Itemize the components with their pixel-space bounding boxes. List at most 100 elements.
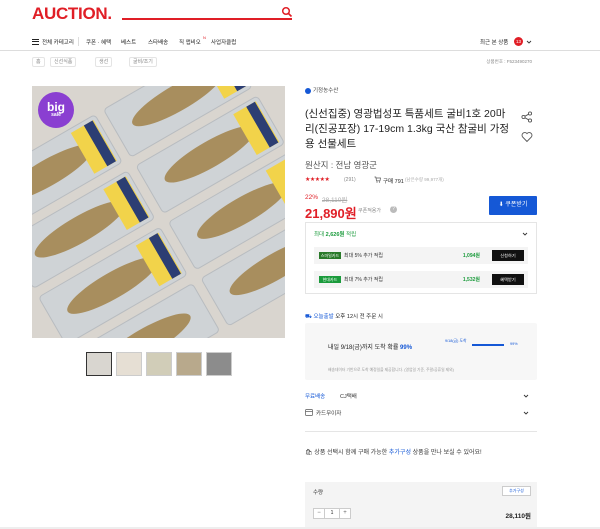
- quantity-plus-button[interactable]: +: [340, 509, 350, 518]
- add-option-notice: 🛍 상품 선택시 함께 구매 가능한 추가구성 상품을 만나 보실 수 있어요!: [305, 447, 482, 456]
- delivery-header: ⛟ 오늘출발 오후 12시 전 주문 시: [305, 312, 383, 321]
- remaining-stock: (남은수량 99,977개): [405, 177, 444, 182]
- coupon-price-label: 쿠폰적용가: [358, 208, 382, 214]
- get-coupon-label: 쿠폰받기: [505, 202, 528, 208]
- points-title-amount: 2,626원: [325, 232, 345, 238]
- search-underline: [122, 18, 292, 20]
- main-nav: 전체 카테고리 쿠폰 · 혜택 베스트 스타배송 직 앱비오 N 사업자클럽 최…: [0, 33, 600, 51]
- quantity-value[interactable]: 1: [324, 509, 340, 518]
- thumbnail-2[interactable]: [116, 352, 142, 376]
- free-shipping-label: 무료배송: [305, 394, 326, 400]
- card-icon: [305, 409, 313, 416]
- arrival-estimate: 내일 9/18(금)까지 도착 확률 99%: [328, 342, 412, 351]
- card-installment-label: 카드무이자: [316, 411, 342, 417]
- thumbnail-4[interactable]: [176, 352, 202, 376]
- chevron-down-icon[interactable]: [523, 410, 529, 416]
- hyundai-card-text: 최대 7% 추가 적립: [344, 277, 383, 283]
- smile-card-row: 스마일카드 최대 5% 추가 적립 1,094원 신청하기: [314, 247, 528, 264]
- delivery-estimate-box: 내일 9/18(금)까지 도착 확률 99% 9/18(금) 도착 99% 배송…: [305, 323, 537, 380]
- product-code: 상품번호 : F523490270: [486, 59, 532, 64]
- nav-star-delivery[interactable]: 스타배송: [148, 38, 168, 46]
- smile-card-text: 최대 5% 추가 적립: [344, 253, 383, 259]
- discount-rate: 22%: [305, 194, 319, 201]
- hyundai-card-row: 현대카드 최대 7% 추가 적립 1,532원 혜택받기: [314, 271, 528, 288]
- thumbnail-5[interactable]: [206, 352, 232, 376]
- purchase-count: 구매 791: [383, 179, 404, 185]
- quantity-label: 수량: [313, 490, 324, 496]
- delivery-cutoff-text: 오후 12시 전 주문 시: [335, 314, 383, 320]
- recent-viewed-link[interactable]: 최근 본 상품: [480, 38, 508, 46]
- get-coupon-button[interactable]: ⬇ 쿠폰받기: [489, 196, 537, 215]
- arrival-probability-fill: [472, 344, 504, 346]
- chevron-down-icon[interactable]: [523, 393, 529, 399]
- gift-icon: 🛍: [305, 450, 315, 456]
- nav-best[interactable]: 베스트: [121, 38, 136, 46]
- nav-all-category[interactable]: 전체 카테고리: [42, 38, 74, 46]
- new-badge: N: [203, 35, 206, 40]
- notice-highlight: 추가구성: [388, 450, 411, 456]
- breadcrumb-fish[interactable]: 생선: [95, 57, 113, 67]
- points-title-suffix: 적립: [346, 232, 357, 238]
- hyundai-card-benefit-button[interactable]: 혜택받기: [492, 274, 524, 285]
- site-header: AUCTION.: [0, 0, 600, 30]
- cart-icon: [374, 176, 381, 183]
- notice-suffix: 상품을 만나 보실 수 있어요!: [412, 450, 482, 456]
- quantity-stepper: − 1 +: [313, 508, 351, 519]
- smile-card-amount: 1,094원: [462, 253, 480, 259]
- search-input[interactable]: [122, 6, 282, 17]
- rating-stars: ★★★★★: [305, 177, 330, 183]
- nav-business-club[interactable]: 사업자클럽: [211, 38, 236, 46]
- thumbnail-3[interactable]: [146, 352, 172, 376]
- origin-info: 원산지 : 전남 영광군: [305, 160, 378, 170]
- add-option-button[interactable]: 추가구성: [502, 486, 531, 496]
- chevron-down-icon[interactable]: [522, 231, 528, 237]
- quantity-box: 수량 추가구성 − 1 + 28,110원: [305, 482, 537, 529]
- review-count[interactable]: (291): [344, 177, 356, 183]
- card-installment-row[interactable]: 카드무이자: [305, 406, 537, 421]
- breadcrumb-home[interactable]: 홈: [32, 57, 45, 67]
- notice-prefix: 상품 선택시 함께 구매 가능한: [314, 450, 388, 456]
- arrival-text: 내일 9/18(금)까지 도착 확률: [328, 345, 399, 351]
- chevron-down-icon[interactable]: [526, 39, 532, 45]
- smile-card-logo: 스마일카드: [319, 252, 341, 259]
- max-points-title: 최대 2,626원 적립: [314, 230, 356, 238]
- product-main-image[interactable]: big sale: [32, 86, 285, 338]
- big-sale-badge-sub: sale: [51, 112, 61, 118]
- bar-start-label: 9/18(금) 도착: [445, 339, 467, 343]
- nav-divider: [78, 37, 79, 46]
- smile-card-apply-button[interactable]: 신청하기: [492, 250, 524, 261]
- recent-count-badge: 13: [514, 37, 523, 46]
- product-title: (신선집중) 영광법성포 특품세트 굴비1호 20마리(진공포장) 17-19c…: [305, 108, 510, 150]
- points-benefit-box: 최대 2,626원 적립 스마일카드 최대 5% 추가 적립 1,094원 신청…: [305, 222, 537, 294]
- divider: [305, 431, 537, 432]
- hyundai-card-amount: 1,532원: [462, 277, 480, 283]
- courier-value: CJ택배: [340, 394, 357, 400]
- today-ship-tag: 오늘출발: [313, 314, 334, 320]
- delivery-note: 배송데이터 기반으로 도착 예정일을 제공합니다. (영업일 기준, 주말/공휴…: [328, 368, 454, 372]
- seller-icon: [305, 87, 311, 94]
- fish-package-illustration: [32, 86, 285, 338]
- breadcrumb-gulbi[interactable]: 굴비/조기: [129, 57, 157, 67]
- points-title-prefix: 최대: [314, 232, 325, 238]
- seller-name[interactable]: 기정농수산: [305, 86, 338, 94]
- info-icon[interactable]: ?: [390, 206, 397, 213]
- hamburger-menu-icon[interactable]: [32, 39, 39, 45]
- nav-app[interactable]: 직 앱비오: [179, 38, 201, 46]
- quantity-minus-button[interactable]: −: [314, 509, 324, 518]
- sale-price: 21,890원: [305, 206, 357, 221]
- arrival-probability-bar: [472, 344, 504, 346]
- thumbnail-1[interactable]: [86, 352, 112, 376]
- big-sale-badge: big sale: [38, 92, 74, 128]
- search-icon[interactable]: [281, 6, 293, 18]
- bar-end-label: 99%: [510, 342, 518, 346]
- nav-coupon[interactable]: 쿠폰 · 혜택: [86, 38, 111, 46]
- auction-logo[interactable]: AUCTION.: [32, 4, 112, 24]
- breadcrumb-fresh-food[interactable]: 신선식품: [50, 57, 77, 67]
- heart-icon[interactable]: [521, 131, 533, 143]
- hyundai-card-logo: 현대카드: [319, 276, 341, 283]
- seller-name-text: 기정농수산: [313, 88, 339, 94]
- shipping-option-row[interactable]: 무료배송 CJ택배: [305, 389, 537, 404]
- arrival-percent: 99%: [400, 345, 413, 351]
- share-icon[interactable]: [521, 111, 533, 123]
- total-price: 28,110원: [505, 513, 531, 520]
